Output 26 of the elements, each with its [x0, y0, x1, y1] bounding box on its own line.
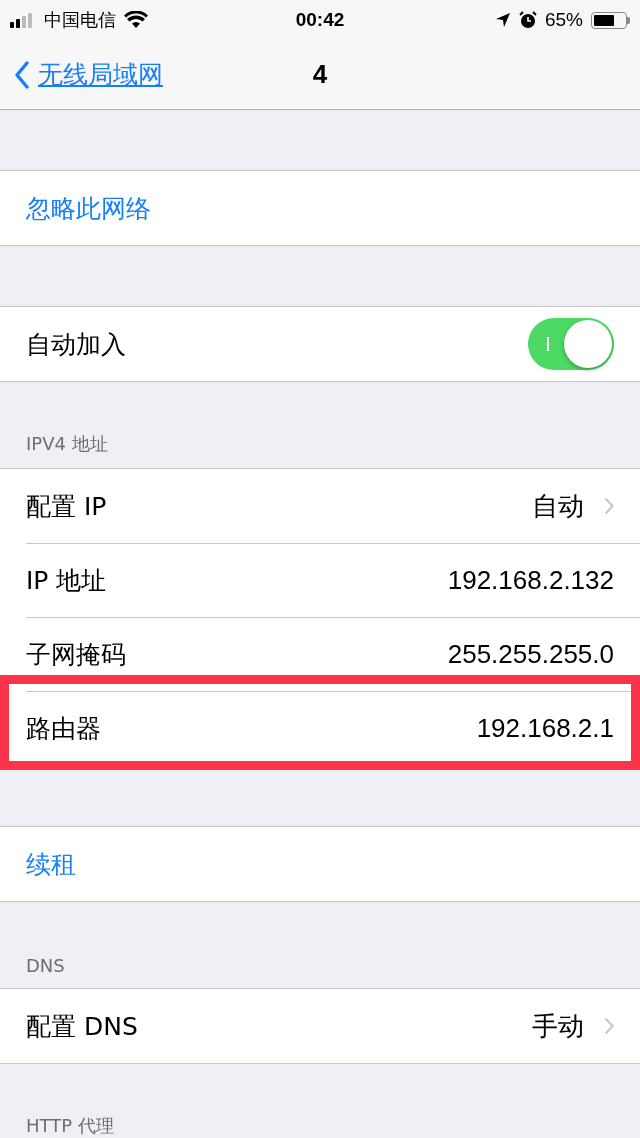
row-value: 手动	[532, 1009, 584, 1043]
section-header: HTTP 代理	[26, 1114, 114, 1138]
nav-title: 4	[312, 59, 328, 90]
clock-time: 00:42	[295, 9, 345, 31]
location-arrow-icon	[494, 12, 511, 28]
back-chevron-icon[interactable]	[14, 60, 30, 89]
row-label: IP 地址	[26, 564, 108, 597]
carrier-name: 中国电信	[44, 8, 116, 32]
battery-percent: 65%	[544, 9, 583, 31]
row-label: 配置 IP	[26, 490, 108, 523]
toggle-switch[interactable]	[528, 318, 614, 370]
battery-icon	[591, 11, 630, 29]
section-header: IPV4 地址	[26, 432, 108, 456]
row-label: 配置 DNS	[26, 1010, 139, 1043]
row-label: 续租	[26, 848, 77, 881]
row-label: 忽略此网络	[26, 192, 152, 225]
row-label: 自动加入	[26, 328, 127, 361]
row-value: 192.168.2.1	[476, 712, 614, 744]
section-header: DNS	[26, 955, 65, 976]
alarm-clock-icon	[518, 11, 537, 29]
row-value: 255.255.255.0	[447, 638, 614, 670]
row-value: 192.168.2.132	[447, 564, 614, 596]
row-label: 路由器	[26, 712, 102, 745]
row-value: 自动	[532, 489, 584, 523]
wifi-icon	[124, 11, 148, 29]
row-label: 子网掩码	[26, 638, 127, 671]
